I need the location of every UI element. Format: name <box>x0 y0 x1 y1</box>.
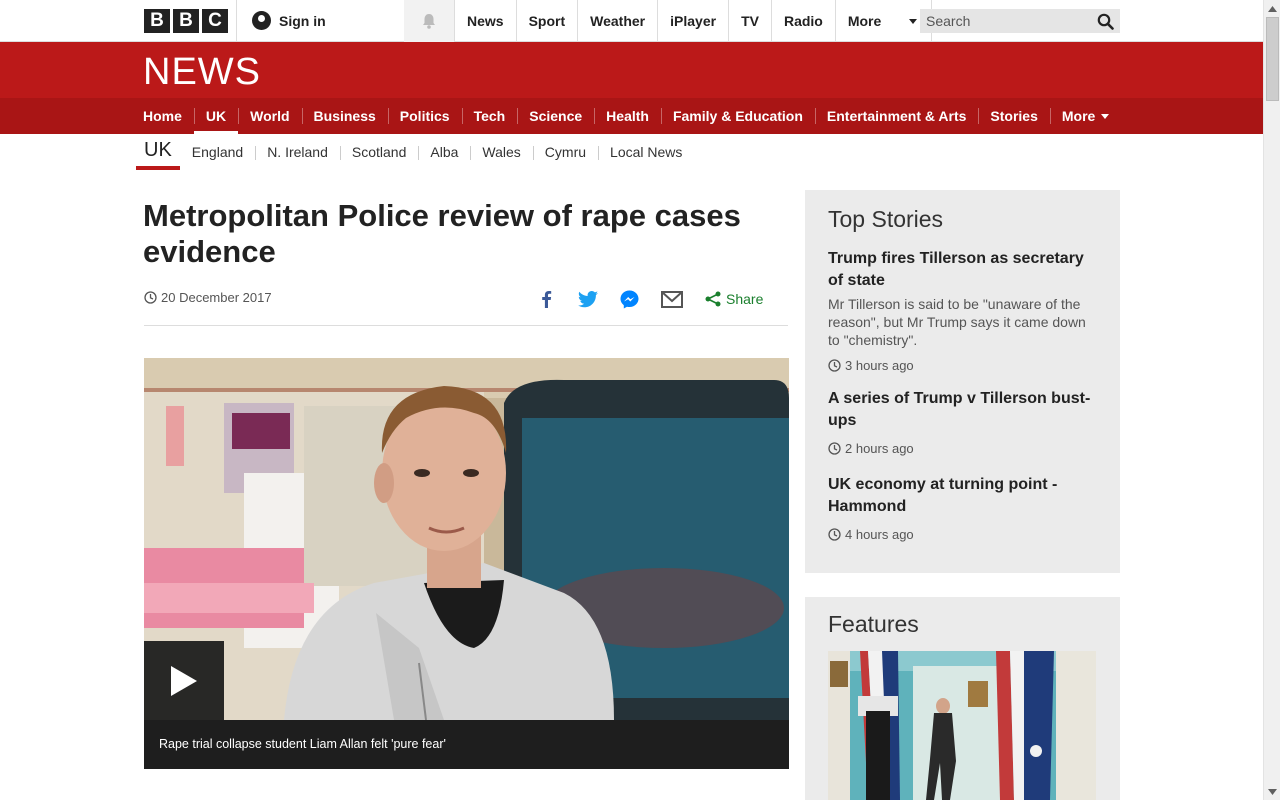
sign-in-link[interactable]: Sign in <box>252 11 326 30</box>
section-health[interactable]: Health <box>594 98 661 134</box>
subnav-n-ireland[interactable]: N. Ireland <box>255 144 340 160</box>
top-story-item[interactable]: UK economy at turning point - Hammond 4 … <box>828 474 1098 542</box>
caret-down-icon <box>1101 113 1110 119</box>
clock-icon <box>828 442 841 455</box>
top-stories-panel: Top Stories Trump fires Tillerson as sec… <box>805 190 1120 573</box>
email-icon <box>661 290 683 308</box>
subnav-local-news[interactable]: Local News <box>598 144 694 160</box>
arrow-down-icon <box>1268 788 1277 795</box>
section-more-label: More <box>1061 108 1096 124</box>
subnav-wales[interactable]: Wales <box>470 144 532 160</box>
share-tools: Share <box>538 288 763 310</box>
top-story-time-text: 2 hours ago <box>845 441 914 456</box>
global-nav: News Sport Weather iPlayer TV Radio More <box>454 0 933 42</box>
top-story-title[interactable]: Trump fires Tillerson as secretary of st… <box>828 248 1098 292</box>
play-icon <box>171 666 197 696</box>
section-world[interactable]: World <box>238 98 301 134</box>
article-date: 20 December 2017 <box>144 290 272 305</box>
nav-sport[interactable]: Sport <box>515 0 578 42</box>
logo-letter: B <box>173 9 199 33</box>
share-messenger-button[interactable] <box>620 290 639 309</box>
video-caption: Rape trial collapse student Liam Allan f… <box>144 720 789 769</box>
share-facebook-button[interactable] <box>538 290 556 308</box>
nav-more-label: More <box>847 13 882 29</box>
search-placeholder: Search <box>926 13 971 29</box>
nav-more[interactable]: More <box>834 0 933 42</box>
secondary-nav: UK England N. Ireland Scotland Alba Wale… <box>136 134 694 170</box>
clock-icon <box>828 528 841 541</box>
subnav-alba[interactable]: Alba <box>418 144 470 160</box>
divider <box>144 325 788 326</box>
search-input[interactable]: Search <box>920 9 1120 33</box>
clock-icon <box>144 291 157 304</box>
article-headline: Metropolitan Police review of rape cases… <box>143 198 741 269</box>
section-more[interactable]: More <box>1049 98 1121 134</box>
nav-tv[interactable]: TV <box>728 0 771 42</box>
subnav-scotland[interactable]: Scotland <box>339 144 418 160</box>
news-masthead: NEWS <box>0 42 1263 98</box>
video-still <box>144 358 789 720</box>
top-story-time: 4 hours ago <box>828 527 1098 542</box>
share-label: Share <box>726 291 764 307</box>
twitter-icon <box>578 290 598 307</box>
caret-down-icon <box>909 18 918 24</box>
logo-letter: B <box>144 9 170 33</box>
vertical-scrollbar[interactable] <box>1263 0 1280 800</box>
top-story-title[interactable]: UK economy at turning point - Hammond <box>828 474 1098 518</box>
share-icon <box>705 291 721 307</box>
arrow-up-icon <box>1268 5 1277 12</box>
logo-letter: C <box>202 9 228 33</box>
section-home[interactable]: Home <box>131 98 194 134</box>
top-story-summary: Mr Tillerson is said to be "unaware of t… <box>828 296 1086 348</box>
top-story-time-text: 3 hours ago <box>845 358 914 373</box>
share-twitter-button[interactable] <box>578 290 598 308</box>
facebook-icon <box>542 291 552 308</box>
top-story-item[interactable]: Trump fires Tillerson as secretary of st… <box>828 248 1098 373</box>
subnav-cymru[interactable]: Cymru <box>532 144 598 160</box>
clock-icon <box>828 359 841 372</box>
news-brand[interactable]: NEWS <box>143 51 261 94</box>
section-science[interactable]: Science <box>517 98 594 134</box>
nav-weather[interactable]: Weather <box>577 0 657 42</box>
messenger-icon <box>620 290 639 308</box>
subnav-current-uk[interactable]: UK <box>136 134 180 170</box>
scroll-up-button[interactable] <box>1264 0 1280 17</box>
features-heading: Features <box>828 611 919 637</box>
feature-image[interactable] <box>828 651 1096 800</box>
section-family-education[interactable]: Family & Education <box>660 98 815 134</box>
nav-news[interactable]: News <box>454 0 516 42</box>
share-button[interactable]: Share <box>705 291 763 307</box>
nav-iplayer[interactable]: iPlayer <box>657 0 728 42</box>
section-business[interactable]: Business <box>301 98 388 134</box>
section-politics[interactable]: Politics <box>387 98 462 134</box>
section-uk[interactable]: UK <box>193 98 239 134</box>
nav-radio[interactable]: Radio <box>770 0 835 42</box>
play-button[interactable] <box>144 641 224 721</box>
section-nav: Home UK World Business Politics Tech Sci… <box>0 98 1263 134</box>
features-panel: Features <box>805 597 1120 800</box>
bbc-logo[interactable]: B B C <box>144 9 228 33</box>
divider <box>236 0 237 42</box>
top-story-item[interactable]: A series of Trump v Tillerson bust-ups 2… <box>828 388 1098 456</box>
user-icon <box>252 11 271 30</box>
subnav-england[interactable]: England <box>180 144 255 160</box>
bbc-global-bar: B B C Sign in News Sport Weather iPlayer… <box>0 0 1263 42</box>
video-player[interactable]: Rape trial collapse student Liam Allan f… <box>144 358 789 769</box>
top-story-title[interactable]: A series of Trump v Tillerson bust-ups <box>828 388 1098 432</box>
scroll-down-button[interactable] <box>1264 783 1280 800</box>
section-entertainment-arts[interactable]: Entertainment & Arts <box>814 98 979 134</box>
search-icon[interactable] <box>1097 13 1114 30</box>
top-stories-heading: Top Stories <box>828 206 944 232</box>
sign-in-label: Sign in <box>279 12 326 29</box>
section-tech[interactable]: Tech <box>461 98 518 134</box>
notifications-button[interactable] <box>404 0 454 42</box>
top-story-time: 3 hours ago <box>828 358 1098 373</box>
article-date-text: 20 December 2017 <box>161 290 272 305</box>
scrollbar-thumb[interactable] <box>1266 17 1279 101</box>
top-story-time: 2 hours ago <box>828 441 1098 456</box>
bell-icon <box>423 14 435 29</box>
top-story-time-text: 4 hours ago <box>845 527 914 542</box>
section-stories[interactable]: Stories <box>978 98 1049 134</box>
share-email-button[interactable] <box>661 290 683 308</box>
